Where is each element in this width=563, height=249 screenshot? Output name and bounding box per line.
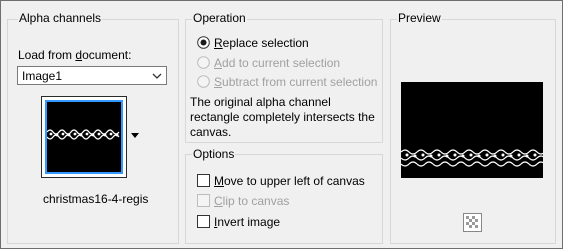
subtract-mnemonic: S — [214, 75, 223, 89]
document-select[interactable]: Image1 — [17, 66, 167, 85]
add-mnemonic: A — [214, 56, 223, 70]
transparency-grid-icon[interactable] — [463, 213, 482, 232]
replace-mnemonic: R — [214, 36, 223, 50]
clip-text: lip to canvas — [222, 194, 290, 208]
clip-mnemonic: C — [214, 194, 223, 208]
preview-title: Preview — [397, 11, 442, 25]
replace-selection-radio[interactable] — [197, 36, 210, 49]
alpha-channel-thumbnail-image — [45, 100, 123, 174]
replace-selection-label[interactable]: Replace selection — [214, 36, 309, 50]
move-mnemonic: M — [214, 174, 224, 188]
document-select-value: Image1 — [22, 69, 63, 83]
thumbnail-caption: christmas16-4-regis — [43, 192, 149, 206]
move-to-upper-left-checkbox[interactable] — [197, 174, 210, 187]
lace-pattern — [47, 129, 120, 140]
subtract-from-selection-label[interactable]: Subtract from current selection — [214, 75, 377, 89]
alpha-channel-thumbnail[interactable] — [41, 96, 127, 178]
move-text: ove to upper left of canvas — [224, 174, 365, 188]
invert-image-label[interactable]: Invert image — [214, 215, 280, 229]
load-from-document-label: Load from document: — [18, 48, 131, 62]
operation-title: Operation — [192, 11, 247, 25]
preview-image — [401, 82, 543, 178]
invert-text: nvert image — [217, 215, 281, 229]
subtract-text: ubtract from current selection — [222, 75, 378, 89]
add-to-selection-radio[interactable] — [197, 56, 210, 69]
clip-to-canvas-label[interactable]: Clip to canvas — [214, 194, 289, 208]
clip-to-canvas-checkbox[interactable] — [197, 194, 210, 207]
invert-image-checkbox[interactable] — [197, 215, 210, 228]
move-to-upper-left-label[interactable]: Move to upper left of canvas — [214, 174, 365, 188]
alpha-channels-title: Alpha channels — [18, 11, 103, 25]
operation-description: The original alpha channel rectangle com… — [190, 95, 375, 139]
preview-lace-pattern — [401, 149, 543, 167]
load-label-part: Load from — [18, 48, 76, 62]
options-title: Options — [192, 147, 236, 161]
add-text: dd to current selection — [222, 56, 341, 70]
load-label-rest: ocument: — [82, 48, 132, 62]
subtract-from-selection-radio[interactable] — [197, 75, 210, 88]
replace-text: eplace selection — [222, 36, 309, 50]
chevron-down-icon — [152, 73, 162, 79]
add-to-selection-label[interactable]: Add to current selection — [214, 56, 340, 70]
thumbnail-dropdown-icon[interactable] — [128, 128, 142, 142]
